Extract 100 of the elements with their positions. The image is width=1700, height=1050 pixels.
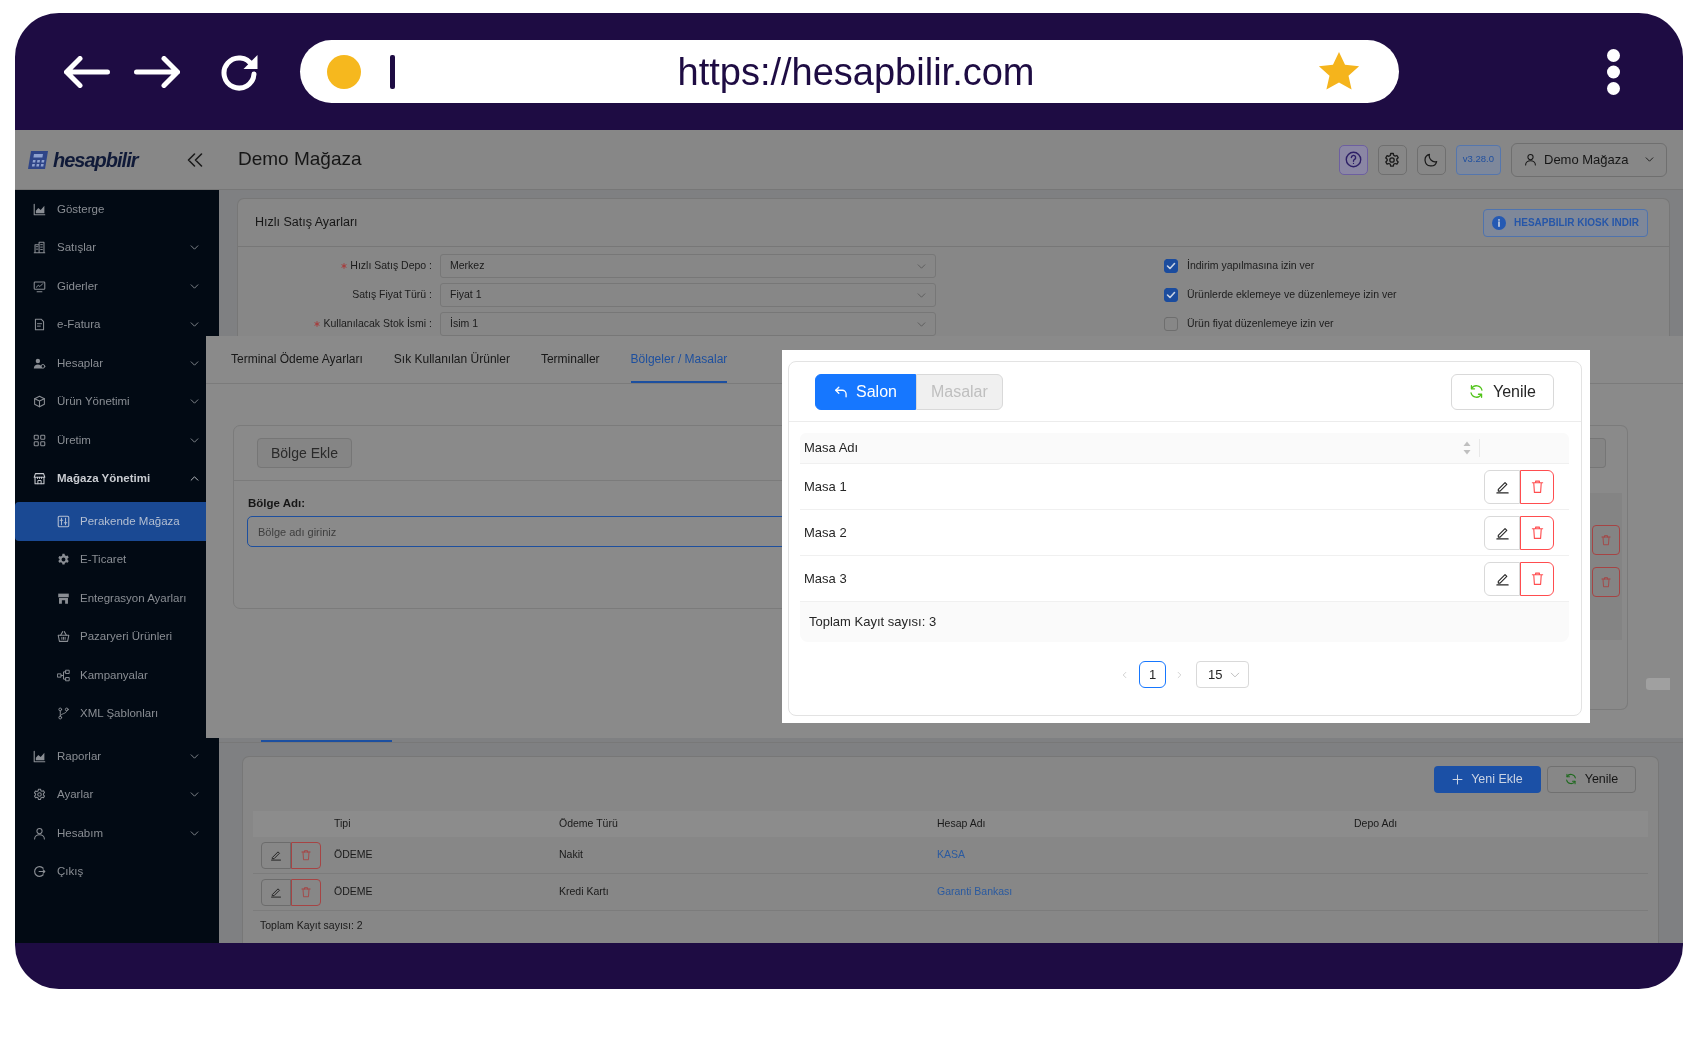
page-title: Demo Mağaza	[238, 147, 362, 172]
table-cell-text: Masa 2	[803, 523, 847, 542]
sidebar-subitem[interactable]: E-Ticaret	[15, 540, 206, 579]
table-cell: ÖDEME	[334, 885, 373, 898]
theme-button[interactable]	[1416, 144, 1446, 175]
forward-arrow-icon[interactable]	[134, 55, 180, 88]
segment-tab[interactable]: Salon	[815, 373, 916, 410]
trash-icon	[1529, 571, 1545, 586]
document-icon	[33, 318, 46, 332]
table-cell-text: Masa 3	[803, 569, 847, 588]
version-badge: v3.28.0	[1455, 144, 1501, 175]
checkbox[interactable]	[1164, 317, 1178, 331]
sidebar-subitem[interactable]: Perakende Mağaza	[15, 502, 206, 541]
url-text: https://hesapbilir.com	[676, 52, 1036, 91]
branch-icon	[57, 707, 70, 721]
info-icon	[1492, 215, 1506, 230]
tab[interactable]: Terminaller	[540, 336, 600, 383]
help-icon	[1344, 151, 1362, 168]
delete-button[interactable]	[291, 878, 321, 906]
add-button[interactable]: Yeni Ekle	[1434, 765, 1541, 793]
page-size-select[interactable]: 15	[1196, 661, 1249, 688]
refresh-button[interactable]: Yenile	[1451, 373, 1554, 410]
select-field[interactable]: Merkez	[440, 254, 936, 278]
settings-button[interactable]	[1377, 144, 1407, 175]
refresh-icon	[1469, 384, 1484, 399]
column-header: Tipi	[334, 817, 351, 830]
trash-icon	[1529, 479, 1545, 494]
gear-icon	[57, 553, 70, 567]
sidebar-item[interactable]: Gösterge	[15, 190, 206, 229]
text-cursor-icon	[390, 54, 395, 89]
sidebar-item[interactable]: Raporlar	[15, 737, 206, 776]
field-label: Satış Fiyat Türü :	[352, 287, 432, 303]
user-icon	[33, 826, 46, 840]
delete-button[interactable]	[291, 841, 321, 869]
column-header: Ödeme Türü	[559, 817, 618, 830]
delete-button[interactable]	[1520, 515, 1554, 550]
refresh-button[interactable]: Yenile	[1547, 765, 1636, 793]
more-icon[interactable]	[1607, 48, 1620, 95]
chevron-down-icon	[917, 290, 926, 300]
user-menu-button[interactable]: Demo Mağaza	[1511, 142, 1667, 177]
sidebar-subitem[interactable]: Pazaryeri Ürünleri	[15, 617, 206, 656]
brand-name: hesapbilir	[53, 147, 138, 173]
basket-icon	[57, 630, 70, 644]
building-icon	[33, 241, 46, 255]
pencil-icon	[1494, 525, 1510, 540]
tab[interactable]: Terminal Ödeme Ayarları	[231, 336, 363, 383]
grid-icon	[33, 433, 46, 447]
trash-icon	[1600, 534, 1612, 546]
moon-icon	[1423, 152, 1439, 167]
delete-button[interactable]	[1520, 469, 1554, 504]
table-cell-text: Masa 1	[803, 477, 847, 496]
sidebar-item[interactable]: Üretim	[15, 421, 206, 460]
tab[interactable]: Sık Kullanılan Ürünler	[393, 336, 510, 383]
card-title: Hızlı Satış Ayarları	[255, 214, 358, 232]
chart-icon	[33, 749, 46, 763]
back-arrow-icon[interactable]	[64, 55, 110, 88]
cube-icon	[33, 395, 46, 409]
help-button[interactable]	[1338, 144, 1368, 175]
select-field[interactable]: Fiyat 1	[440, 283, 936, 307]
undo-arrow-icon	[834, 384, 848, 399]
refresh-icon	[1564, 773, 1577, 785]
sidebar-item[interactable]: e-Fatura	[15, 305, 206, 344]
page-button[interactable]: 1	[1139, 661, 1166, 688]
sidebar-subitem[interactable]: XML Şablonları	[15, 694, 206, 733]
sidebar-item[interactable]: Ayarlar	[15, 775, 206, 814]
select-field[interactable]: İsim 1	[440, 312, 936, 336]
settings-icon	[1384, 151, 1401, 168]
sidebar-item[interactable]: Ürün Yönetimi	[15, 382, 206, 421]
field-label: Bölge Adı:	[247, 496, 307, 510]
settings-icon	[33, 788, 46, 802]
address-bar[interactable]: https://hesapbilir.com	[300, 40, 1399, 103]
pencil-icon	[270, 886, 282, 898]
sidebar-item[interactable]: Giderler	[15, 267, 206, 306]
pencil-icon	[1494, 479, 1510, 494]
chevron-down-icon	[1230, 669, 1240, 680]
sort-icon[interactable]	[1463, 441, 1471, 455]
sidebar-item[interactable]: Hesabım	[15, 814, 206, 853]
chevron-down-icon	[917, 319, 926, 329]
field-label: Kullanılacak Stok İsmi :	[323, 316, 432, 332]
delete-button[interactable]	[1520, 561, 1554, 596]
column-header: Masa Adı	[804, 439, 859, 458]
table-cell: Nakit	[559, 848, 583, 861]
users-icon	[33, 356, 46, 370]
sidebar-item[interactable]: Çıkış	[15, 852, 206, 891]
sidebar-item[interactable]: Mağaza Yönetimi	[15, 459, 206, 498]
double-chevron-left-icon[interactable]	[187, 151, 203, 168]
trash-icon	[1529, 525, 1545, 540]
checkbox[interactable]	[1164, 259, 1178, 273]
field-label: Hızlı Satış Depo :	[350, 258, 432, 274]
checkbox[interactable]	[1164, 288, 1178, 302]
sidebar-item[interactable]: Satışlar	[15, 228, 206, 267]
add-region-button[interactable]: Bölge Ekle	[257, 438, 352, 468]
sidebar-subitem[interactable]: Entegrasyon Ayarları	[15, 579, 206, 618]
sidebar-subitem[interactable]: Kampanyalar	[15, 656, 206, 695]
record-count: Toplam Kayıt sayısı: 2	[260, 918, 363, 934]
chart-card-icon	[33, 279, 46, 293]
pencil-icon	[270, 849, 282, 861]
sidebar-item[interactable]: Hesaplar	[15, 344, 206, 383]
sliders-icon	[57, 514, 70, 528]
trash-icon	[300, 886, 312, 898]
